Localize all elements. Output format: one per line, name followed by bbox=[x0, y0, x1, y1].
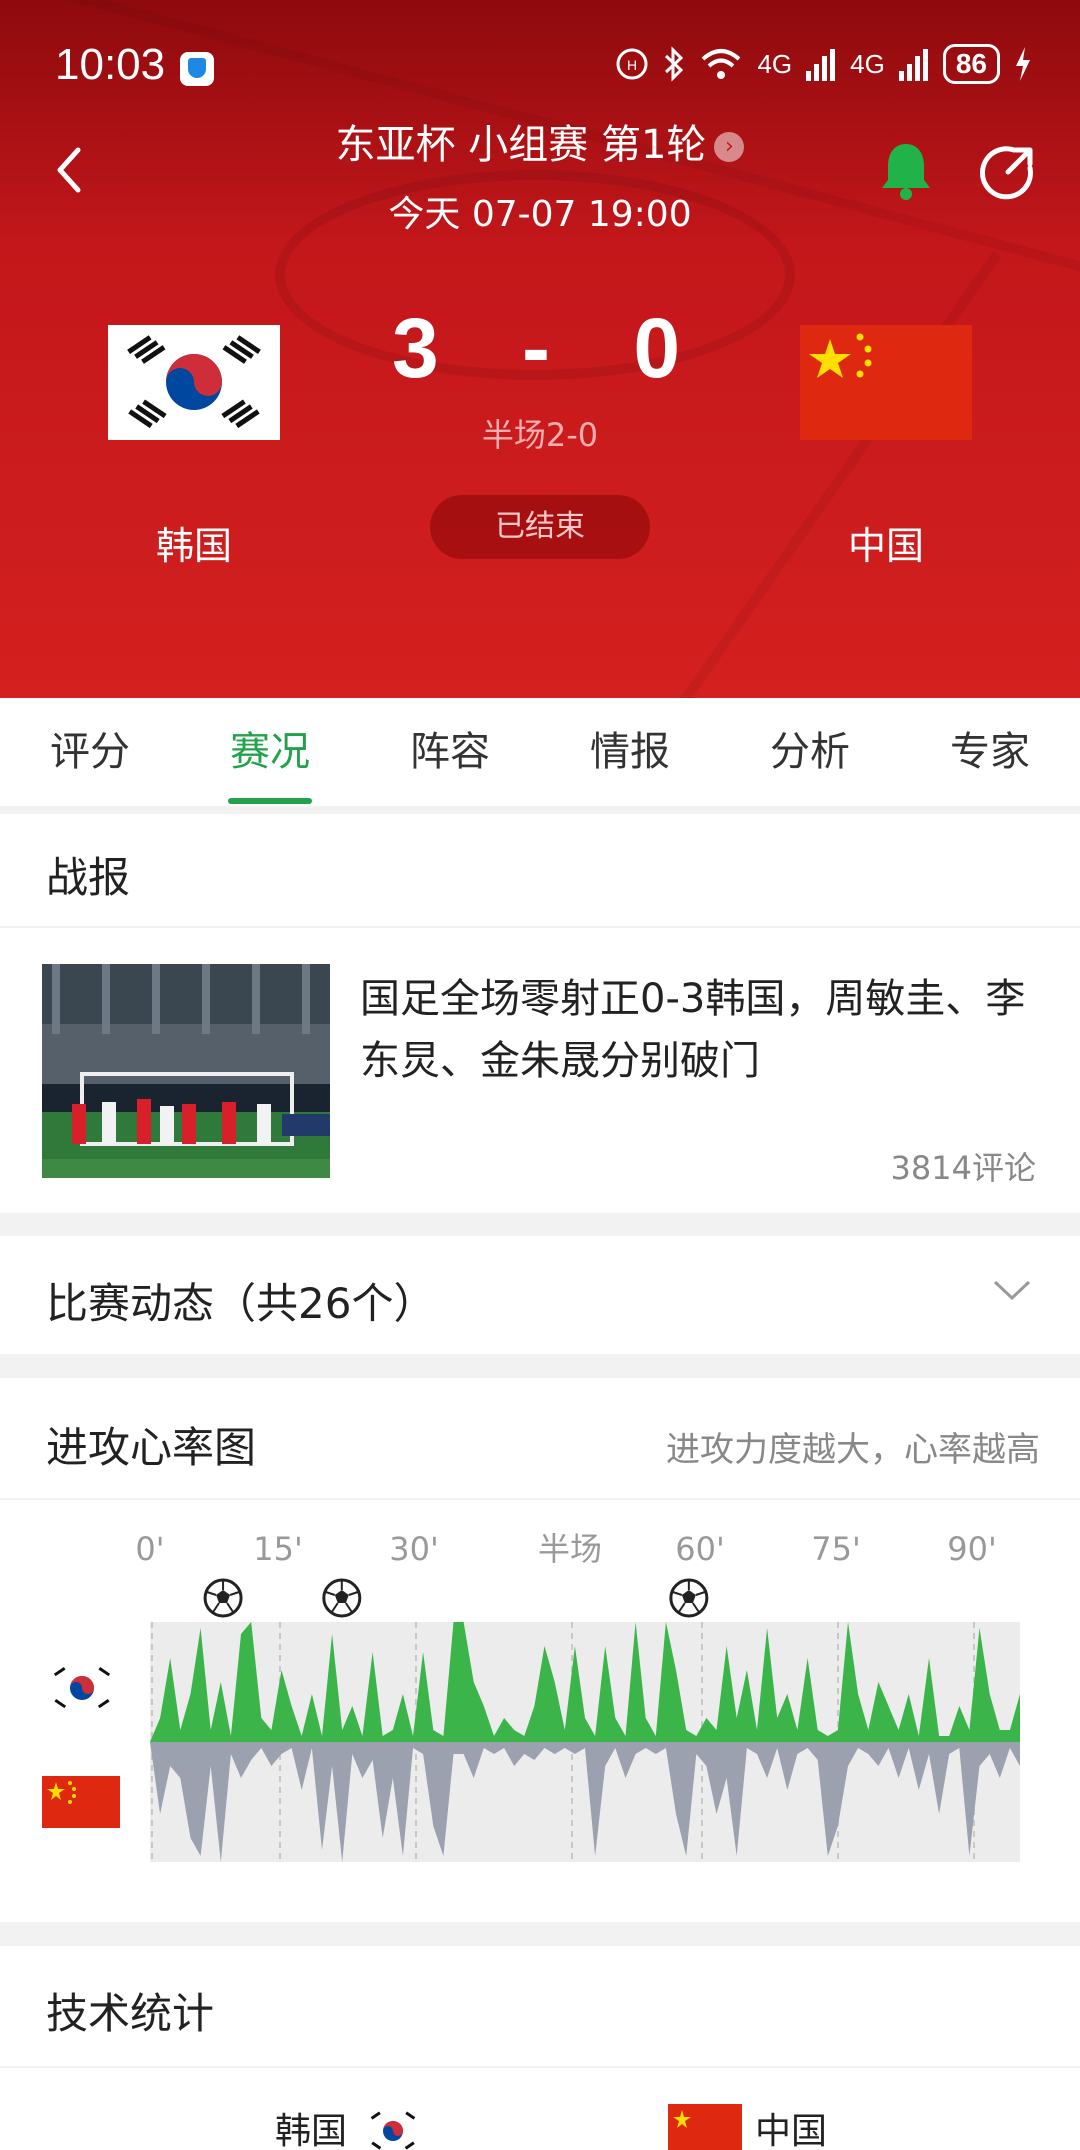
x-tick-label: 90' bbox=[947, 1530, 997, 1568]
events-title: 比赛动态（共26个） bbox=[46, 1279, 436, 1328]
tab-bar: 评分 赛况 阵容 情报 分析 专家 bbox=[0, 698, 1080, 806]
match-status-badge: 已结束 bbox=[430, 495, 650, 559]
heart-rate-svg: 0' 15' 30' 半场 60' 75' 90' bbox=[42, 1530, 1020, 1862]
goal-ball-icon[interactable] bbox=[322, 1578, 362, 1618]
hd-icon: H bbox=[616, 48, 648, 80]
stats-header: 技术统计 bbox=[0, 1946, 1080, 2066]
stats-home-team: 韩国 bbox=[275, 2111, 348, 2150]
x-tick-label: 75' bbox=[811, 1530, 861, 1568]
x-tick-label: 60' bbox=[675, 1530, 725, 1568]
heart-rate-title: 进攻心率图 bbox=[46, 1423, 257, 1472]
halftime-score: 半场2-0 bbox=[481, 416, 599, 454]
news-title[interactable]: 国足全场零射正0-3韩国，周敏圭、李东炅、金朱晟分别破门 bbox=[360, 968, 1040, 1092]
news-item[interactable]: 国足全场零射正0-3韩国，周敏圭、李东炅、金朱晟分别破门 3814评论 bbox=[0, 928, 1080, 1213]
status-time: 10:03 bbox=[55, 40, 166, 89]
home-score: 3 bbox=[391, 301, 447, 395]
china-flag-small bbox=[668, 2104, 742, 2150]
stats-title: 技术统计 bbox=[46, 1989, 215, 2038]
signal-icon bbox=[806, 49, 836, 81]
stats-away-team: 中国 bbox=[755, 2111, 828, 2150]
match-detail-page: 10:03 H 4G 4G 86 东亚杯 小组赛 第1轮 › 今天 07-07 1… bbox=[0, 0, 1080, 2150]
network-label-1: 4G bbox=[757, 48, 793, 79]
korea-flag-legend bbox=[50, 1664, 114, 1712]
heart-rate-hint: 进攻力度越大，心率越高 bbox=[666, 1430, 1040, 1470]
report-header: 战报 bbox=[0, 814, 1080, 926]
network-label-2: 4G bbox=[850, 48, 885, 79]
battery-indicator: 86 bbox=[942, 44, 1000, 84]
news-comment-count[interactable]: 3814评论 bbox=[891, 1143, 1036, 1189]
heart-rate-chart: 0' 15' 30' 半场 60' 75' 90' bbox=[0, 1500, 1080, 1922]
goal-ball-icon[interactable] bbox=[203, 1578, 243, 1618]
score-separator: - bbox=[522, 301, 558, 395]
tab-analysis[interactable]: 分析 bbox=[720, 698, 900, 806]
home-team-name[interactable]: 韩国 bbox=[108, 515, 280, 570]
away-team-name[interactable]: 中国 bbox=[800, 515, 972, 570]
score: 3 - 0 bbox=[0, 300, 1080, 397]
shield-icon bbox=[180, 52, 214, 86]
chevron-down-icon[interactable] bbox=[992, 1276, 1032, 1306]
charging-icon bbox=[1016, 47, 1030, 81]
x-tick-label: 0' bbox=[135, 1530, 164, 1568]
heart-rate-header: 进攻心率图 进攻力度越大，心率越高 bbox=[0, 1378, 1080, 1498]
match-events-row[interactable]: 比赛动态（共26个） bbox=[0, 1236, 1080, 1354]
share-icon[interactable] bbox=[978, 142, 1038, 202]
tab-rating[interactable]: 评分 bbox=[0, 698, 180, 806]
match-header: 10:03 H 4G 4G 86 东亚杯 小组赛 第1轮 › 今天 07-07 1… bbox=[0, 0, 1080, 698]
chevron-right-icon: › bbox=[714, 132, 745, 162]
stats-teams-row: 韩国 中国 bbox=[0, 2068, 1080, 2150]
status-bar: 10:03 H 4G 4G 86 bbox=[0, 0, 1080, 130]
news-thumbnail[interactable] bbox=[42, 964, 330, 1178]
x-tick-label: 15' bbox=[253, 1530, 303, 1568]
goal-ball-icon[interactable] bbox=[669, 1578, 709, 1618]
tab-intel[interactable]: 情报 bbox=[540, 698, 720, 806]
china-flag-legend bbox=[42, 1776, 120, 1828]
x-tick-label: 半场 bbox=[538, 1530, 602, 1568]
bell-icon[interactable] bbox=[878, 140, 934, 202]
bluetooth-icon bbox=[665, 46, 684, 82]
report-title: 战报 bbox=[46, 853, 131, 902]
tab-live[interactable]: 赛况 bbox=[180, 698, 360, 806]
svg-text:H: H bbox=[627, 57, 637, 73]
signal-icon bbox=[898, 49, 928, 81]
tab-lineup[interactable]: 阵容 bbox=[360, 698, 540, 806]
x-tick-label: 30' bbox=[389, 1530, 439, 1568]
korea-flag-small bbox=[365, 2106, 421, 2150]
competition-label: 东亚杯 小组赛 第1轮 bbox=[335, 122, 707, 168]
tab-experts[interactable]: 专家 bbox=[900, 698, 1080, 806]
wifi-icon bbox=[702, 49, 741, 79]
away-score: 0 bbox=[633, 301, 689, 395]
status-icons: H 4G 4G 86 bbox=[615, 44, 1032, 84]
